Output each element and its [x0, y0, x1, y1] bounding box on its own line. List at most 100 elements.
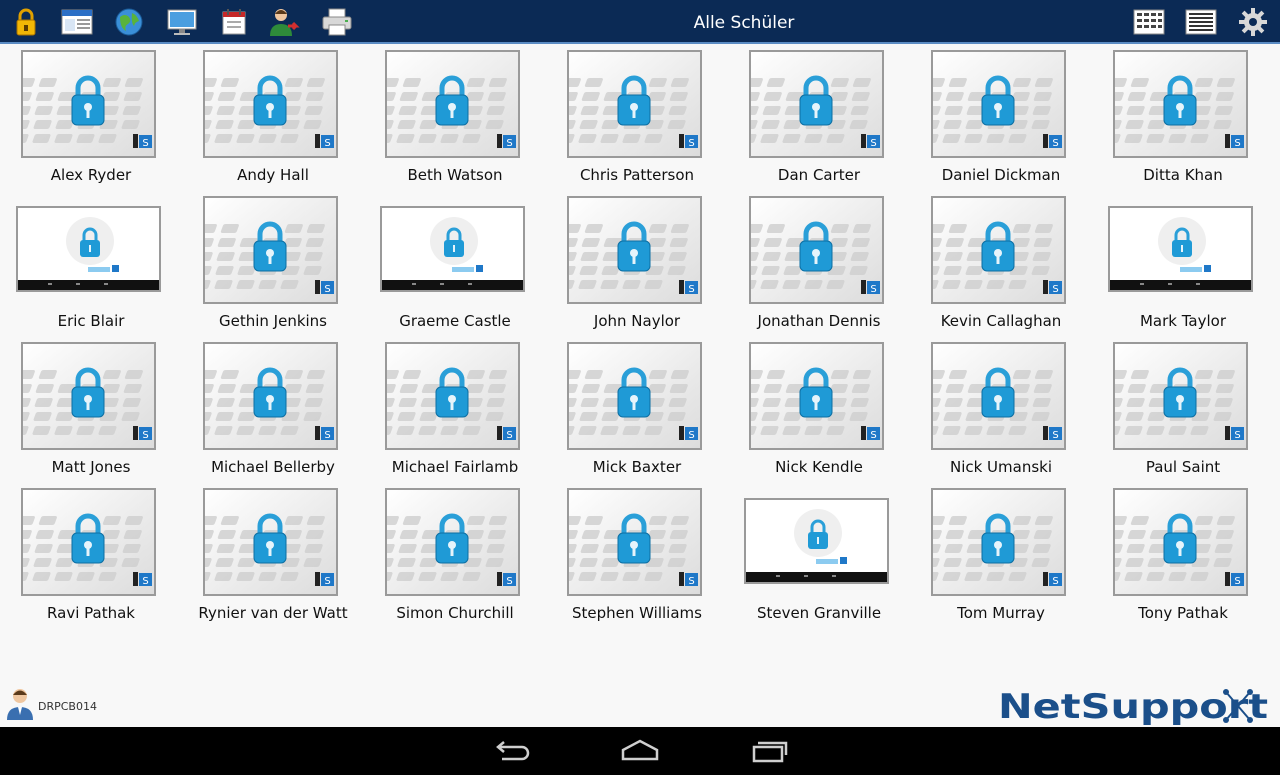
student-tile[interactable]: S Ditta Khan — [1092, 46, 1274, 192]
student-tile[interactable]: S Andy Hall — [182, 46, 364, 192]
student-tile[interactable]: S Rynier van der Watt — [182, 484, 364, 630]
svg-text:S: S — [324, 576, 330, 587]
lock-icon[interactable] — [10, 6, 42, 38]
window-icon[interactable] — [61, 6, 93, 38]
locked-screen-thumbnail: S — [385, 50, 520, 158]
student-tile[interactable]: S Nick Kendle — [728, 338, 910, 484]
student-name: Michael Bellerby — [211, 458, 335, 476]
student-tile[interactable]: S Nick Umanski — [910, 338, 1092, 484]
student-tile[interactable]: Graeme Castle — [364, 192, 546, 338]
student-name: Graeme Castle — [399, 312, 511, 330]
student-tile[interactable]: S Alex Ryder — [0, 46, 182, 192]
student-tile[interactable]: S Dan Carter — [728, 46, 910, 192]
svg-text:S: S — [324, 430, 330, 441]
svg-text:S: S — [870, 138, 876, 149]
locked-screen-thumbnail: S — [203, 50, 338, 158]
student-tile[interactable]: S Kevin Callaghan — [910, 192, 1092, 338]
student-tile[interactable]: Steven Granville — [728, 484, 910, 630]
student-name: Mark Taylor — [1139, 312, 1226, 330]
student-tile[interactable]: S Jonathan Dennis — [728, 192, 910, 338]
student-tile[interactable]: Mark Taylor — [1092, 192, 1274, 338]
locked-screen-thumbnail: S — [931, 50, 1066, 158]
locked-screen-thumbnail: S — [931, 196, 1066, 304]
student-tile[interactable]: S Chris Patterson — [546, 46, 728, 192]
svg-text:S: S — [1052, 430, 1058, 441]
locked-screen-thumbnail: S — [567, 50, 702, 158]
screen-thumbnail — [16, 206, 161, 292]
locked-screen-thumbnail: S — [1113, 488, 1248, 596]
locked-screen-thumbnail: S — [1113, 342, 1248, 450]
netsupport-logo: NetSupport — [998, 684, 1280, 728]
student-name: Andy Hall — [237, 166, 309, 184]
student-name: Nick Kendle — [775, 458, 863, 476]
svg-text:S: S — [1234, 138, 1240, 149]
back-icon[interactable] — [492, 739, 532, 763]
locked-screen-thumbnail: S — [567, 196, 702, 304]
svg-text:S: S — [1052, 138, 1058, 149]
svg-text:S: S — [506, 430, 512, 441]
student-tile[interactable]: S Tom Murray — [910, 484, 1092, 630]
student-tile[interactable]: S Mick Baxter — [546, 338, 728, 484]
locked-screen-thumbnail: S — [21, 488, 156, 596]
student-name: Simon Churchill — [396, 604, 514, 622]
student-tile[interactable]: S Michael Fairlamb — [364, 338, 546, 484]
system-nav-bar — [0, 727, 1280, 775]
monitor-icon[interactable] — [166, 6, 198, 38]
svg-text:S: S — [1052, 284, 1058, 295]
svg-text:S: S — [142, 430, 148, 441]
svg-text:S: S — [1052, 576, 1058, 587]
current-user: DRPCB014 — [6, 688, 97, 724]
svg-text:S: S — [870, 430, 876, 441]
student-tile[interactable]: S Tony Pathak — [1092, 484, 1274, 630]
locked-screen-thumbnail: S — [931, 342, 1066, 450]
locked-screen-thumbnail: S — [749, 196, 884, 304]
locked-screen-thumbnail: S — [385, 488, 520, 596]
svg-text:S: S — [688, 430, 694, 441]
user-name: DRPCB014 — [38, 699, 97, 713]
calendar-icon[interactable] — [218, 6, 250, 38]
user-avatar-icon — [6, 687, 34, 725]
svg-text:S: S — [142, 576, 148, 587]
svg-text:S: S — [1234, 430, 1240, 441]
svg-text:S: S — [1234, 576, 1240, 587]
student-name: Beth Watson — [407, 166, 503, 184]
grid-view-icon[interactable] — [1133, 6, 1165, 38]
recent-apps-icon[interactable] — [750, 739, 790, 763]
student-tile[interactable]: S Daniel Dickman — [910, 46, 1092, 192]
student-name: Matt Jones — [51, 458, 131, 476]
student-tile[interactable]: S Stephen Williams — [546, 484, 728, 630]
student-name: Dan Carter — [777, 166, 861, 184]
svg-text:S: S — [688, 138, 694, 149]
locked-screen-thumbnail: S — [203, 488, 338, 596]
page-title: Alle Schüler — [693, 13, 795, 33]
globe-icon[interactable] — [113, 6, 145, 38]
locked-screen-thumbnail: S — [567, 488, 702, 596]
student-name: John Naylor — [593, 312, 681, 330]
student-tile[interactable]: S Paul Saint — [1092, 338, 1274, 484]
student-tile[interactable]: S Simon Churchill — [364, 484, 546, 630]
student-name: Paul Saint — [1145, 458, 1221, 476]
student-name: Tom Murray — [957, 604, 1045, 622]
svg-text:S: S — [324, 284, 330, 295]
gear-icon[interactable] — [1237, 6, 1269, 38]
student-tile[interactable]: S Matt Jones — [0, 338, 182, 484]
student-tile[interactable]: S John Naylor — [546, 192, 728, 338]
student-name: Ditta Khan — [1143, 166, 1223, 184]
locked-screen-thumbnail: S — [21, 342, 156, 450]
student-tile[interactable]: S Michael Bellerby — [182, 338, 364, 484]
student-tile[interactable]: Eric Blair — [0, 192, 182, 338]
printer-icon[interactable] — [321, 6, 353, 38]
svg-text:S: S — [506, 576, 512, 587]
svg-text:S: S — [688, 576, 694, 587]
user-transfer-icon[interactable] — [268, 6, 300, 38]
student-tile[interactable]: S Beth Watson — [364, 46, 546, 192]
list-view-icon[interactable] — [1185, 6, 1217, 38]
student-name: Alex Ryder — [50, 166, 132, 184]
svg-text:S: S — [142, 138, 148, 149]
student-tile[interactable]: S Gethin Jenkins — [182, 192, 364, 338]
student-tile[interactable]: S Ravi Pathak — [0, 484, 182, 630]
svg-text:S: S — [870, 284, 876, 295]
locked-screen-thumbnail: S — [203, 196, 338, 304]
home-icon[interactable] — [620, 739, 660, 763]
locked-screen-thumbnail: S — [1113, 50, 1248, 158]
